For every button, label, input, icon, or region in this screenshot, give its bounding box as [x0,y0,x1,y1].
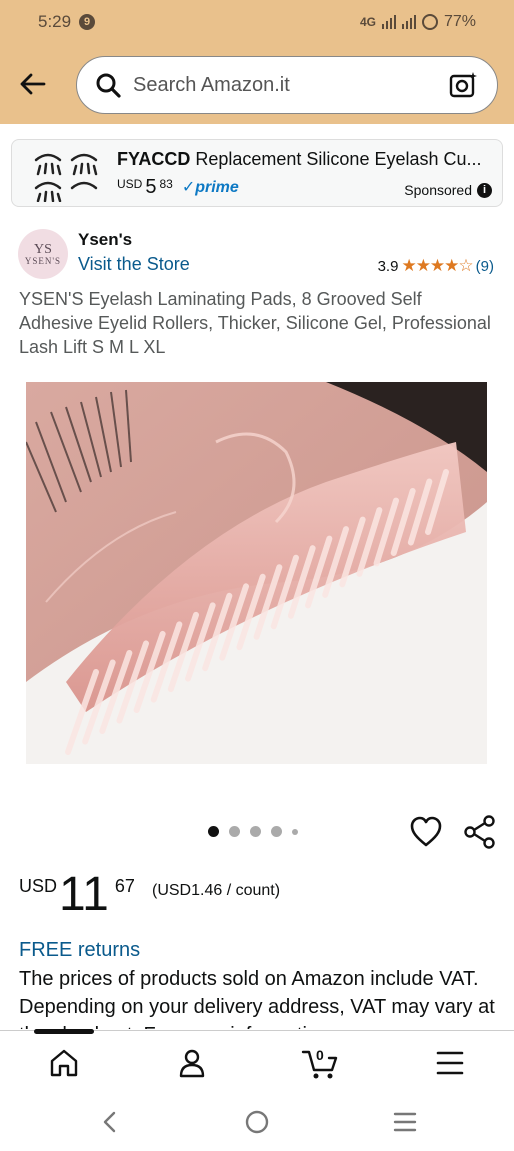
nav-account[interactable] [172,1043,212,1083]
rating-count: (9) [475,257,494,275]
rating-summary[interactable]: 3.9 ★★★★☆ (9) [378,256,494,276]
status-right: 4G 77% [360,13,476,31]
arrow-left-icon [20,73,46,95]
system-navigation-bar [0,1092,514,1151]
signal-icon [381,15,396,29]
notification-badge: 9 [79,14,96,30]
nav-cart[interactable]: 0 [300,1043,340,1083]
signal-icon-2 [401,15,416,29]
sponsored-label[interactable]: Sponsored i [404,182,492,198]
sponsored-text: Sponsored [404,182,472,198]
carousel-dot[interactable] [250,826,261,837]
system-recents-button[interactable] [387,1104,423,1140]
vat-notice: The prices of products sold on Amazon in… [19,968,495,1029]
product-price: USD 11 67 [19,870,135,920]
status-left: 5:29 9 [38,12,96,32]
system-back-button[interactable] [92,1104,128,1140]
unit-price: (USD1.46 / count) [152,882,281,899]
menu-icon [436,1051,464,1075]
carousel-dot[interactable] [229,826,240,837]
search-input[interactable]: Search Amazon.it [76,56,498,114]
eyelash-pad-photo [26,382,487,764]
product-title: YSEN'S Eyelash Laminating Pads, 8 Groove… [19,289,491,357]
image-carousel-indicator [208,826,298,837]
battery-percent: 77% [443,13,476,30]
brand-name: Ysen's [78,230,133,249]
prime-check-icon: ✓ [181,179,196,196]
chevron-left-icon [103,1111,116,1133]
network-type: 4G [359,15,376,29]
brand-logo-text: YSEN'S [24,255,62,266]
search-placeholder: Search Amazon.it [133,73,290,96]
star-rating-icon: ★★★★☆ [401,256,473,275]
heart-icon [410,816,442,847]
nav-home[interactable] [44,1043,84,1083]
rating-value: 3.9 [377,257,399,275]
price-fraction: 67 [114,876,135,896]
info-icon: i [477,182,492,198]
price-whole: 11 [59,868,109,921]
prime-label: prime [195,179,239,196]
battery-icon [421,14,438,30]
system-home-button[interactable] [239,1104,275,1140]
camera-search-button[interactable] [441,63,485,107]
circle-icon [245,1110,269,1134]
brand-logo-monogram: YS [34,241,52,257]
sponsored-product-card[interactable]: FYACCD Replacement Silicone Eyelash Cu..… [11,139,503,207]
share-icon [464,815,495,849]
active-tab-indicator [34,1029,94,1034]
add-to-wishlist-button[interactable] [408,814,444,850]
brand-logo[interactable]: YS YSEN'S [18,229,68,279]
price-currency: USD [19,876,58,896]
carousel-dot[interactable] [271,826,282,837]
free-returns-link[interactable]: FREE returns [19,939,140,962]
cart-count: 0 [316,1047,324,1063]
search-icon [96,73,121,98]
carousel-dot[interactable] [292,828,298,835]
sponsored-price: USD 5 83 ✓prime [117,177,239,197]
share-button[interactable] [462,814,498,850]
nav-menu[interactable] [430,1043,470,1083]
camera-icon [449,72,477,98]
status-bar: 5:29 9 4G 77% [0,0,514,44]
app-header: Search Amazon.it [0,44,514,124]
account-icon [179,1049,205,1078]
sponsored-price-fraction: 83 [159,177,173,191]
sponsored-brand: FYACCD [117,149,191,169]
visit-store-link[interactable]: Visit the Store [78,254,190,275]
recents-icon [393,1112,417,1132]
bottom-navigation: 0 [0,1029,514,1092]
carousel-dot[interactable] [208,826,219,837]
product-image[interactable] [26,382,487,764]
back-button[interactable] [2,54,62,114]
sponsored-price-whole: 5 [145,176,157,198]
prime-badge: ✓prime [182,177,239,197]
sponsored-product-thumbnail [34,153,98,202]
home-icon [50,1049,78,1077]
status-time: 5:29 [38,12,72,31]
sponsored-product-title: FYACCD Replacement Silicone Eyelash Cu..… [117,149,497,170]
sponsored-title-rest: Replacement Silicone Eyelash Cu... [190,149,482,169]
sponsored-currency: USD [117,177,143,191]
